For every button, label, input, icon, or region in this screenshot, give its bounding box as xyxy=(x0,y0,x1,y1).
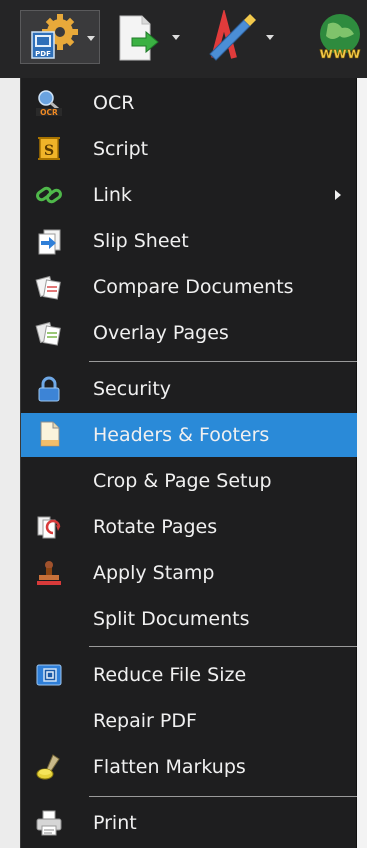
menu-item-label: Apply Stamp xyxy=(93,562,215,584)
menu-item-split-documents[interactable]: Split Documents xyxy=(21,598,357,640)
menu-item-flatten-markups[interactable]: Flatten Markups xyxy=(21,746,357,788)
menu-separator xyxy=(89,646,357,647)
menu-item-label: Script xyxy=(93,138,149,160)
menu-item-label: Rotate Pages xyxy=(93,516,218,538)
menu-item-label: Headers & Footers xyxy=(93,424,270,446)
menu-item-print[interactable]: Print xyxy=(21,802,357,844)
script-icon: S xyxy=(38,137,60,160)
rotate-pages-icon xyxy=(37,516,61,539)
menu-separator xyxy=(89,796,357,797)
menu-item-apply-stamp[interactable]: Apply Stamp xyxy=(21,552,357,594)
background-panel-right xyxy=(357,78,367,848)
menu-item-rotate-pages[interactable]: Rotate Pages xyxy=(21,506,357,548)
ocr-icon: OCR xyxy=(36,90,62,117)
lock-icon xyxy=(38,376,60,402)
menu-item-repair-pdf[interactable]: Repair PDF xyxy=(21,700,357,742)
menu-item-label: Print xyxy=(93,812,137,834)
menu-item-script[interactable]: S Script xyxy=(21,128,357,170)
menu-item-label: Compare Documents xyxy=(93,276,294,298)
toolbar: PDF www xyxy=(0,0,367,78)
flatten-markups-icon xyxy=(36,754,60,780)
menu-item-label: Split Documents xyxy=(93,608,250,630)
chevron-down-icon xyxy=(87,36,95,41)
menu-item-security[interactable]: Security xyxy=(21,368,357,410)
document-icon xyxy=(40,421,60,447)
export-button[interactable] xyxy=(110,10,180,64)
markup-button[interactable] xyxy=(200,8,280,64)
reduce-file-size-icon xyxy=(36,664,62,686)
menu-item-headers-footers[interactable]: Headers & Footers xyxy=(21,413,357,457)
menu-item-label: Slip Sheet xyxy=(93,230,189,252)
menu-item-reduce-file-size[interactable]: Reduce File Size xyxy=(21,654,357,696)
svg-text:OCR: OCR xyxy=(40,108,58,117)
menu-item-compare-documents[interactable]: Compare Documents xyxy=(21,266,357,308)
svg-text:www: www xyxy=(319,44,361,62)
printer-icon xyxy=(36,810,62,836)
tools-pdf-button[interactable]: PDF xyxy=(20,10,100,64)
menu-item-slip-sheet[interactable]: Slip Sheet xyxy=(21,220,357,262)
menu-item-link[interactable]: Link xyxy=(21,174,357,216)
tools-dropdown-menu: OCR OCR S Script Link Slip Sheet Compare… xyxy=(20,78,357,848)
menu-item-label: Crop & Page Setup xyxy=(93,470,272,492)
globe-icon: www xyxy=(319,14,361,62)
pen-text-icon xyxy=(209,8,256,61)
submenu-arrow-icon xyxy=(335,190,341,200)
chevron-down-icon xyxy=(266,35,274,40)
menu-item-label: OCR xyxy=(93,92,135,114)
document-arrow-icon xyxy=(119,15,159,61)
menu-separator xyxy=(89,361,357,362)
compare-documents-icon xyxy=(35,275,61,300)
chevron-down-icon xyxy=(172,35,180,40)
background-panel xyxy=(0,78,20,848)
stamp-icon xyxy=(37,561,61,585)
overlay-pages-icon xyxy=(35,321,61,346)
menu-item-label: Security xyxy=(93,378,172,400)
menu-item-label: Overlay Pages xyxy=(93,322,229,344)
menu-item-label: Flatten Markups xyxy=(93,756,246,778)
slip-sheet-icon xyxy=(38,229,61,255)
menu-item-label: Reduce File Size xyxy=(93,664,247,686)
link-icon xyxy=(36,186,62,204)
menu-item-overlay-pages[interactable]: Overlay Pages xyxy=(21,312,357,354)
svg-text:S: S xyxy=(44,143,54,159)
menu-item-label: Link xyxy=(93,184,132,206)
svg-text:PDF: PDF xyxy=(35,50,51,58)
menu-item-label: Repair PDF xyxy=(93,710,197,732)
web-button[interactable]: www xyxy=(300,10,367,64)
menu-item-crop-page-setup[interactable]: Crop & Page Setup xyxy=(21,460,357,502)
menu-item-ocr[interactable]: OCR OCR xyxy=(21,82,357,124)
